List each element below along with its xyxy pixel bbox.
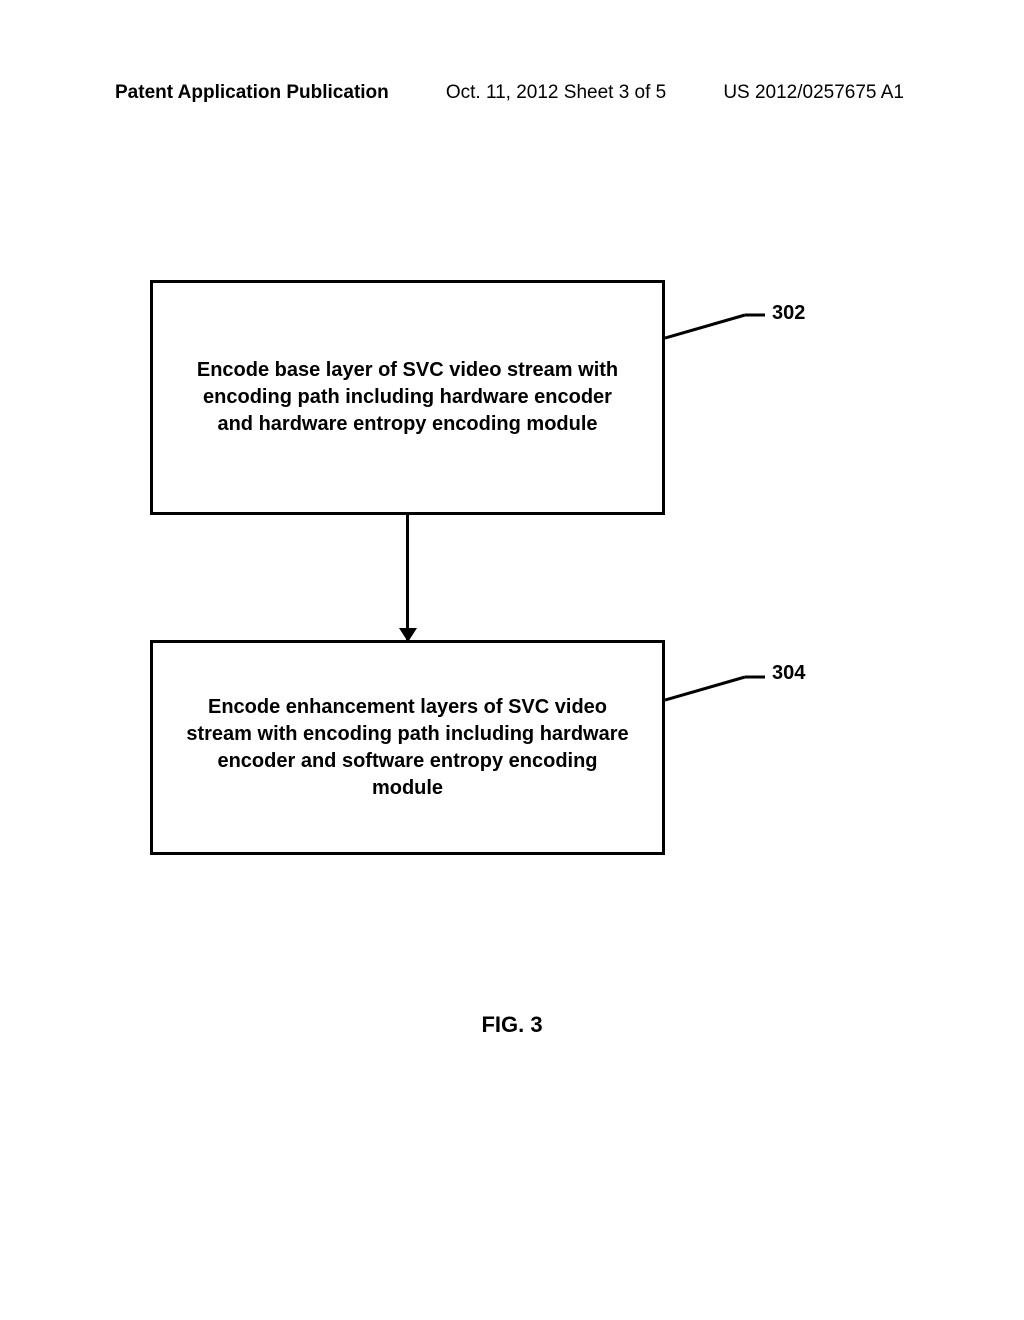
flowchart-box-302: Encode base layer of SVC video stream wi… [150, 280, 665, 515]
callout-label-304: 304 [772, 662, 805, 685]
header-right-text: US 2012/0257675 A1 [723, 82, 904, 104]
flowchart-arrow [406, 515, 409, 640]
callout-line-302 [665, 310, 765, 340]
page-header: Patent Application Publication Oct. 11, … [0, 82, 1024, 104]
flowchart-box-304: Encode enhancement layers of SVC video s… [150, 640, 665, 855]
callout-line-304 [665, 672, 765, 702]
box-302-text: Encode base layer of SVC video stream wi… [183, 357, 632, 438]
header-left-text: Patent Application Publication [115, 82, 389, 104]
box-304-text: Encode enhancement layers of SVC video s… [183, 694, 632, 802]
figure-caption: FIG. 3 [0, 1012, 1024, 1038]
header-center-text: Oct. 11, 2012 Sheet 3 of 5 [446, 82, 666, 104]
callout-label-302: 302 [772, 302, 805, 325]
